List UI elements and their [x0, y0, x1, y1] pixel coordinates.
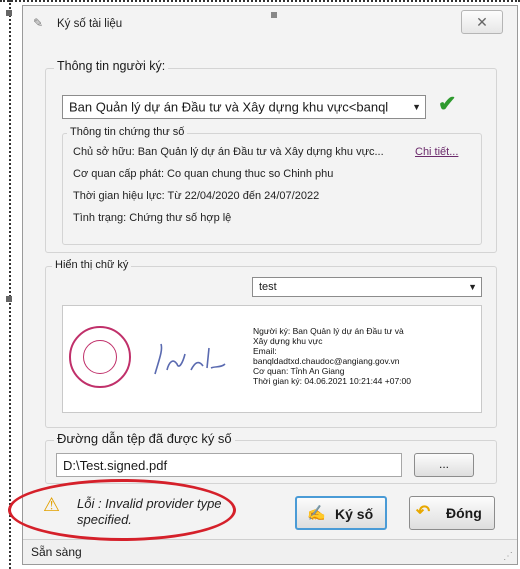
- cert-issuer: Cơ quan cấp phát: Co quan chung thuc so …: [73, 168, 334, 180]
- signed-path-label: Đường dẫn tệp đã được ký số: [54, 431, 235, 446]
- close-window-button[interactable]: ✕: [461, 10, 503, 34]
- size-grip-icon[interactable]: ⋰: [503, 551, 513, 562]
- cert-status: Tình trạng: Chứng thư số hợp lệ: [73, 212, 232, 224]
- selection-border-left: [9, 0, 11, 569]
- undo-arrow-icon: ↶: [416, 502, 431, 521]
- close-icon: ✕: [476, 14, 488, 30]
- signer-select[interactable]: Ban Quản lý dự án Đầu tư và Xây dựng khu…: [62, 95, 426, 119]
- check-icon: ✔: [438, 91, 457, 116]
- signer-info-label: Thông tin người ký:: [54, 59, 169, 73]
- preview-signer-cont: Xây dựng khu vực: [253, 336, 323, 346]
- browse-button[interactable]: ...: [414, 453, 474, 477]
- signature-display-label: Hiển thị chữ ký: [52, 259, 132, 271]
- signed-path-input[interactable]: D:\Test.signed.pdf: [56, 453, 402, 477]
- status-text: Sẵn sàng: [31, 545, 82, 559]
- signature-style-select[interactable]: test ▼: [252, 277, 482, 297]
- preview-email-label: Email:: [253, 346, 277, 356]
- resize-handle[interactable]: [271, 12, 277, 18]
- resize-handle[interactable]: [6, 10, 12, 16]
- selection-border-top: [0, 0, 520, 2]
- error-highlight-ellipse: [8, 479, 236, 541]
- pen-icon: ✎: [33, 16, 44, 30]
- window-title: Ký số tài liệu: [57, 18, 123, 30]
- cert-owner: Chủ sở hữu: Ban Quản lý dự án Đầu tư và …: [73, 146, 384, 158]
- signature-preview: Người ký: Ban Quản lý dự án Đầu tư và Xâ…: [62, 305, 482, 413]
- preview-signer: Người ký: Ban Quản lý dự án Đầu tư và: [253, 326, 404, 336]
- preview-email: banqldadtxd.chaudoc@angiang.gov.vn: [253, 356, 400, 366]
- status-bar: Sẵn sàng ⋰: [23, 539, 517, 564]
- chevron-down-icon: ▼: [412, 102, 421, 112]
- signature-display-group: Hiển thị chữ ký test ▼ Người ký: Ban Quả…: [45, 259, 497, 428]
- close-button[interactable]: ↶ Đóng: [409, 496, 495, 530]
- seal-stamp: [69, 326, 131, 388]
- cert-info-group: Thông tin chứng thư số Chủ sở hữu: Ban Q…: [62, 126, 482, 245]
- preview-time: Thời gian ký: 04.06.2021 10:21:44 +07:00: [253, 376, 411, 386]
- preview-agency: Cơ quan: Tỉnh An Giang: [253, 366, 345, 376]
- signer-info-group: Thông tin người ký: Ban Quản lý dự án Đầ…: [45, 59, 497, 253]
- sign-button[interactable]: ✍ Ký số: [295, 496, 387, 530]
- signed-path-group: Đường dẫn tệp đã được ký số D:\Test.sign…: [45, 431, 497, 484]
- title-bar: ✎ Ký số tài liệu ✕: [23, 6, 517, 40]
- cert-details-link[interactable]: Chi tiết...: [415, 146, 458, 158]
- resize-handle[interactable]: [6, 296, 12, 302]
- handwritten-signature: [154, 343, 226, 375]
- chevron-down-icon: ▼: [468, 282, 477, 292]
- cert-info-label: Thông tin chứng thư số: [67, 126, 188, 138]
- sign-doc-icon: ✍: [307, 505, 326, 522]
- cert-validity: Thời gian hiệu lực: Từ 22/04/2020 đến 24…: [73, 190, 320, 202]
